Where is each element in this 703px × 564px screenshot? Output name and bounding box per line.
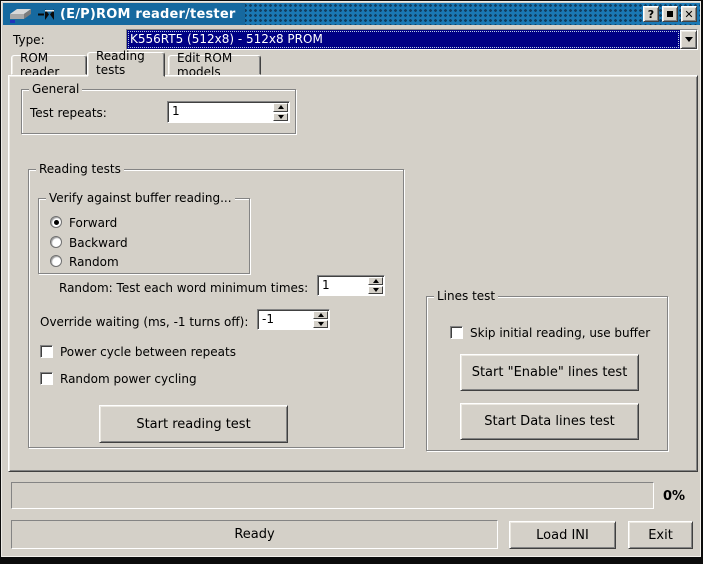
power-cycle-checkbox[interactable] bbox=[40, 345, 53, 358]
radio-dot-icon bbox=[54, 220, 59, 225]
radio-forward[interactable] bbox=[50, 216, 62, 228]
lines-test-legend: Lines test bbox=[434, 289, 498, 303]
verify-legend: Verify against buffer reading... bbox=[46, 191, 235, 205]
start-reading-test-button[interactable]: Start reading test bbox=[99, 405, 288, 443]
arrow-down-icon bbox=[278, 115, 284, 119]
start-data-lines-test-button[interactable]: Start Data lines test bbox=[460, 403, 639, 440]
status-text: Ready bbox=[234, 527, 274, 542]
progress-percent: 0% bbox=[663, 489, 685, 504]
maximize-icon bbox=[667, 11, 673, 17]
rom-type-value[interactable]: K556RT5 (512x8) - 512x8 PROM bbox=[127, 30, 680, 49]
chevron-down-icon bbox=[685, 37, 693, 42]
override-waiting-label: Override waiting (ms, -1 turns off): bbox=[40, 315, 248, 329]
random-power-checkbox[interactable] bbox=[40, 372, 53, 385]
arrow-down-icon bbox=[373, 288, 379, 292]
titlebar-left: (E/P)ROM reader/tester bbox=[3, 3, 245, 25]
spin-up-button[interactable] bbox=[368, 277, 383, 285]
radio-random-label[interactable]: Random bbox=[69, 255, 119, 269]
lines-test-groupbox: Lines test Skip initial reading, use buf… bbox=[426, 296, 668, 451]
close-icon: ✕ bbox=[684, 9, 693, 20]
override-waiting-value[interactable]: -1 bbox=[258, 310, 312, 329]
override-waiting-spinner[interactable]: -1 bbox=[257, 309, 330, 330]
skip-initial-reading-checkbox[interactable] bbox=[450, 326, 463, 339]
button-label: Start Data lines test bbox=[484, 414, 614, 429]
spinner-buttons bbox=[312, 310, 329, 329]
power-cycle-label[interactable]: Power cycle between repeats bbox=[60, 345, 236, 359]
button-label: Start reading test bbox=[136, 417, 250, 432]
test-repeats-value[interactable]: 1 bbox=[168, 102, 272, 122]
tab-edit-rom-models[interactable]: Edit ROM models bbox=[168, 55, 261, 75]
spin-up-button[interactable] bbox=[273, 103, 288, 112]
tab-page-reading-tests: General Test repeats: 1 Reading tests Ve… bbox=[8, 75, 698, 472]
random-min-spinner[interactable]: 1 bbox=[317, 275, 385, 296]
type-label: Type: bbox=[13, 33, 45, 47]
maximize-button[interactable] bbox=[662, 6, 678, 22]
status-panel: Ready bbox=[11, 520, 498, 549]
radio-forward-label[interactable]: Forward bbox=[69, 216, 117, 230]
spin-up-button[interactable] bbox=[313, 311, 328, 319]
arrow-up-icon bbox=[373, 279, 379, 283]
random-min-label: Random: Test each word minimum times: bbox=[59, 281, 308, 295]
arrow-up-icon bbox=[318, 313, 324, 317]
verify-groupbox: Verify against buffer reading... Forward… bbox=[38, 198, 250, 274]
spin-down-button[interactable] bbox=[273, 113, 288, 122]
progress-bar bbox=[11, 482, 654, 509]
pin-icon[interactable] bbox=[38, 9, 55, 20]
close-button[interactable]: ✕ bbox=[681, 6, 697, 22]
radio-backward-label[interactable]: Backward bbox=[69, 236, 128, 250]
tab-reading-tests[interactable]: Reading tests bbox=[87, 52, 165, 77]
reading-tests-groupbox: Reading tests Verify against buffer read… bbox=[28, 169, 404, 448]
button-label: Exit bbox=[648, 528, 673, 543]
load-ini-button[interactable]: Load INI bbox=[509, 521, 616, 549]
titlebar[interactable]: (E/P)ROM reader/tester ? ✕ bbox=[3, 3, 700, 25]
spinner-buttons bbox=[272, 102, 289, 122]
arrow-down-icon bbox=[318, 322, 324, 326]
combobox-dropdown-button[interactable] bbox=[680, 30, 697, 49]
button-label: Load INI bbox=[536, 528, 589, 543]
help-icon: ? bbox=[648, 9, 654, 20]
exit-button[interactable]: Exit bbox=[628, 521, 693, 549]
rom-type-combobox[interactable]: K556RT5 (512x8) - 512x8 PROM bbox=[126, 29, 698, 50]
window-title: (E/P)ROM reader/tester bbox=[60, 7, 235, 22]
skip-initial-reading-label[interactable]: Skip initial reading, use buffer bbox=[470, 326, 650, 340]
titlebar-buttons: ? ✕ bbox=[643, 6, 697, 22]
random-power-label[interactable]: Random power cycling bbox=[60, 372, 197, 386]
button-label: Start "Enable" lines test bbox=[472, 365, 628, 380]
general-legend: General bbox=[29, 82, 82, 96]
spinner-buttons bbox=[367, 276, 384, 295]
app-window: (E/P)ROM reader/tester ? ✕ Type: K556RT5… bbox=[0, 0, 703, 564]
radio-random[interactable] bbox=[50, 255, 62, 267]
spin-down-button[interactable] bbox=[368, 286, 383, 294]
reading-tests-legend: Reading tests bbox=[36, 162, 124, 176]
tab-rom-reader[interactable]: ROM reader bbox=[11, 55, 87, 75]
tab-label: Reading tests bbox=[96, 49, 156, 77]
general-groupbox: General Test repeats: 1 bbox=[21, 89, 296, 134]
help-button[interactable]: ? bbox=[643, 6, 659, 22]
radio-backward[interactable] bbox=[50, 236, 62, 248]
start-enable-lines-test-button[interactable]: Start "Enable" lines test bbox=[460, 354, 639, 391]
arrow-up-icon bbox=[278, 105, 284, 109]
spin-down-button[interactable] bbox=[313, 320, 328, 328]
chip-icon bbox=[7, 6, 33, 23]
random-min-value[interactable]: 1 bbox=[318, 276, 367, 295]
test-repeats-spinner[interactable]: 1 bbox=[167, 101, 290, 123]
test-repeats-label: Test repeats: bbox=[30, 106, 107, 120]
